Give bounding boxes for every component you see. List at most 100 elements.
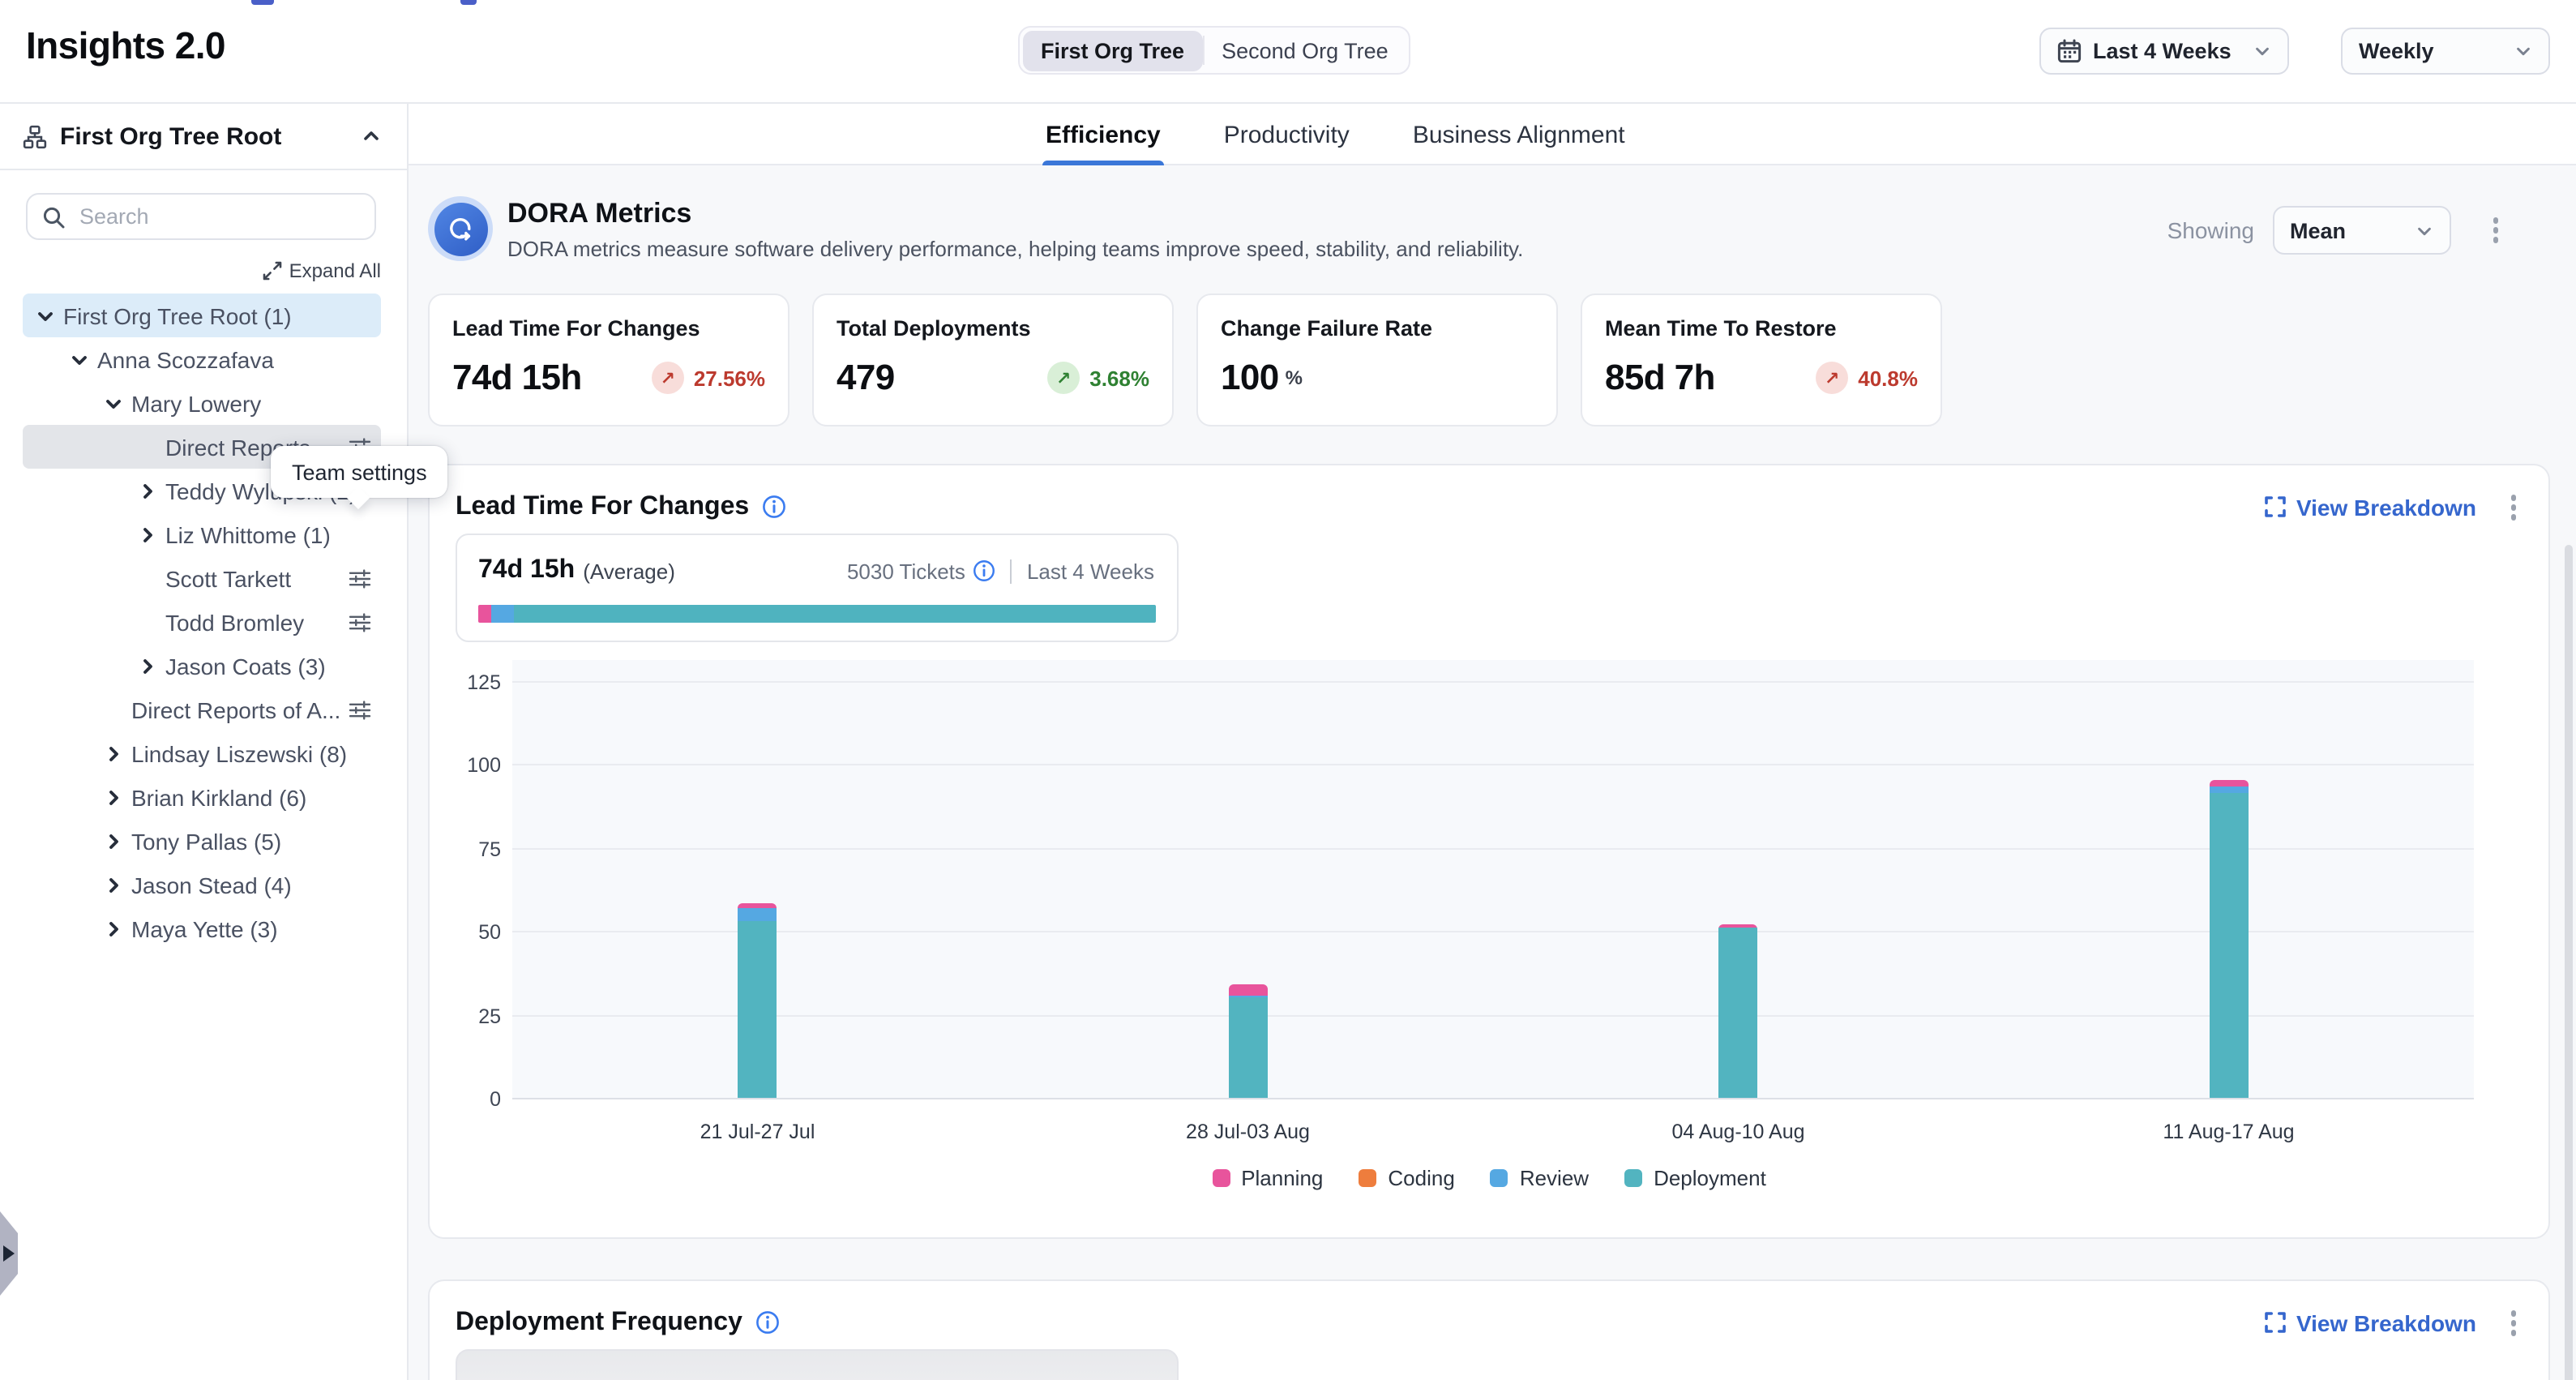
- dora-metrics-subtitle: DORA metrics measure software delivery p…: [507, 237, 1523, 261]
- chevron-down-icon[interactable]: [101, 393, 126, 413]
- legend-item[interactable]: Review: [1491, 1166, 1589, 1190]
- tree-item[interactable]: First Org Tree Root (1): [23, 294, 381, 337]
- search-icon: [42, 205, 65, 228]
- stacked-bar[interactable]: [738, 904, 777, 1098]
- chevron-right-icon[interactable]: [135, 481, 160, 500]
- tab-efficiency[interactable]: Efficiency: [1042, 104, 1164, 165]
- chevron-down-icon[interactable]: [32, 306, 58, 325]
- lead-time-summary-card: 74d 15h (Average) 5030 Tickets Last 4 We…: [456, 534, 1179, 642]
- metric-card-title: Lead Time For Changes: [452, 316, 765, 341]
- info-icon[interactable]: [973, 559, 996, 582]
- team-settings-icon[interactable]: [349, 698, 371, 721]
- view-breakdown-button[interactable]: View Breakdown: [2266, 495, 2476, 521]
- granularity-select[interactable]: Weekly: [2341, 28, 2550, 75]
- tree-item[interactable]: Todd Bromley: [23, 600, 381, 644]
- deployment-kebab-menu[interactable]: [2504, 1304, 2523, 1342]
- showing-select[interactable]: Mean: [2272, 206, 2450, 255]
- sidebar-title: First Org Tree Root: [60, 122, 281, 150]
- tree-item[interactable]: Mary Lowery: [23, 381, 381, 425]
- scrollbar-thumb[interactable]: [2565, 545, 2573, 1380]
- legend-label: Coding: [1388, 1166, 1454, 1190]
- info-icon[interactable]: [762, 495, 786, 520]
- tree-item-label: Jason Coats (3): [165, 653, 326, 679]
- metric-card-delta: 3.68%: [1089, 366, 1149, 390]
- tree-item[interactable]: Scott Tarkett: [23, 556, 381, 600]
- tree-item[interactable]: Liz Whittome (1): [23, 512, 381, 556]
- chevron-right-icon[interactable]: [101, 744, 126, 763]
- metric-card: Mean Time To Restore85d 7h↗40.8%: [1581, 294, 1942, 426]
- lead-time-panel: Lead Time For Changes View Breakdown 74d…: [428, 464, 2550, 1239]
- tree-item-label: Mary Lowery: [131, 390, 261, 416]
- team-settings-icon[interactable]: [349, 611, 371, 633]
- chevron-down-icon: [2514, 42, 2532, 60]
- legend-swatch: [1359, 1169, 1376, 1187]
- tree-item[interactable]: Maya Yette (3): [23, 906, 381, 950]
- bar-segment-deployment: [1229, 998, 1268, 1098]
- tree-item[interactable]: Lindsay Liszewski (8): [23, 731, 381, 775]
- lead-time-kebab-menu[interactable]: [2504, 488, 2523, 526]
- search-box: [26, 193, 376, 240]
- tree-item-label: Todd Bromley: [165, 609, 304, 635]
- tab-business-alignment[interactable]: Business Alignment: [1410, 104, 1628, 165]
- legend-item[interactable]: Planning: [1212, 1166, 1323, 1190]
- deployment-frequency-header: Deployment Frequency View Breakdown: [430, 1281, 2548, 1342]
- x-axis-tick-label: 21 Jul-27 Jul: [700, 1121, 815, 1143]
- chevron-down-icon: [2253, 42, 2271, 60]
- toggle-second-org-tree[interactable]: Second Org Tree: [1204, 30, 1406, 71]
- tree-item[interactable]: Tony Pallas (5): [23, 819, 381, 863]
- dora-metrics-icon: [428, 196, 493, 261]
- org-tree-sidebar: First Org Tree Root Expand All First Org…: [0, 102, 409, 1380]
- expand-all-button[interactable]: Expand All: [263, 259, 381, 282]
- deployment-frequency-title: Deployment Frequency: [456, 1309, 742, 1338]
- search-input[interactable]: [76, 203, 360, 230]
- dora-metrics-header: DORA Metrics DORA metrics measure softwa…: [428, 196, 1523, 261]
- bar-segment-review: [738, 908, 777, 921]
- date-range-select[interactable]: Last 4 Weeks: [2039, 28, 2289, 75]
- chevron-down-icon[interactable]: [66, 349, 92, 369]
- tree-item[interactable]: Brian Kirkland (6): [23, 775, 381, 819]
- lead-time-panel-header: Lead Time For Changes View Breakdown: [430, 465, 2548, 526]
- tickets-count: 5030 Tickets: [847, 559, 965, 583]
- gridline: [512, 848, 2474, 850]
- dora-kebab-menu[interactable]: [2486, 212, 2505, 250]
- legend-item[interactable]: Coding: [1359, 1166, 1454, 1190]
- sidebar-collapse-button[interactable]: [358, 123, 384, 149]
- trend-up-icon: ↗: [1047, 362, 1080, 394]
- tree-item[interactable]: Direct Reports of A...: [23, 688, 381, 731]
- info-icon[interactable]: [755, 1311, 780, 1335]
- org-tree-toggle: First Org Tree Second Org Tree: [1018, 26, 1411, 75]
- chevron-right-icon[interactable]: [135, 656, 160, 675]
- y-axis-tick-label: 125: [436, 671, 501, 694]
- page-title: Insights 2.0: [26, 24, 225, 68]
- tree-item[interactable]: Jason Coats (3): [23, 644, 381, 688]
- date-range-value: Last 4 Weeks: [2093, 39, 2232, 63]
- chevron-right-icon[interactable]: [101, 831, 126, 851]
- tab-productivity[interactable]: Productivity: [1221, 104, 1353, 165]
- lead-time-chart-plot: [512, 660, 2474, 1099]
- toggle-first-org-tree[interactable]: First Org Tree: [1023, 30, 1202, 71]
- legend-label: Review: [1520, 1166, 1589, 1190]
- metric-card-title: Mean Time To Restore: [1605, 316, 1918, 341]
- metric-cards: Lead Time For Changes74d 15h↗27.56%Total…: [428, 294, 1942, 426]
- legend-label: Deployment: [1654, 1166, 1766, 1190]
- stacked-bar[interactable]: [1229, 984, 1268, 1098]
- divider: [1011, 559, 1012, 583]
- metric-card-value: 479: [837, 357, 895, 399]
- stacked-bar[interactable]: [1719, 924, 1758, 1098]
- tree-item[interactable]: Jason Stead (4): [23, 863, 381, 906]
- chevron-right-icon[interactable]: [101, 787, 126, 807]
- gridline: [512, 681, 2474, 683]
- chevron-right-icon[interactable]: [101, 919, 126, 938]
- chevron-right-icon[interactable]: [101, 875, 126, 894]
- summary-segment-review: [491, 605, 514, 623]
- legend-swatch: [1624, 1169, 1642, 1187]
- tree-item[interactable]: Anna Scozzafava: [23, 337, 381, 381]
- team-settings-icon[interactable]: [349, 567, 371, 589]
- chevron-right-icon[interactable]: [135, 525, 160, 544]
- bar-segment-planning: [1229, 984, 1268, 996]
- legend-item[interactable]: Deployment: [1624, 1166, 1766, 1190]
- stacked-bar[interactable]: [2210, 779, 2249, 1098]
- tree-item-label: Maya Yette (3): [131, 915, 278, 941]
- gridline: [512, 765, 2474, 766]
- view-breakdown-button[interactable]: View Breakdown: [2266, 1310, 2476, 1336]
